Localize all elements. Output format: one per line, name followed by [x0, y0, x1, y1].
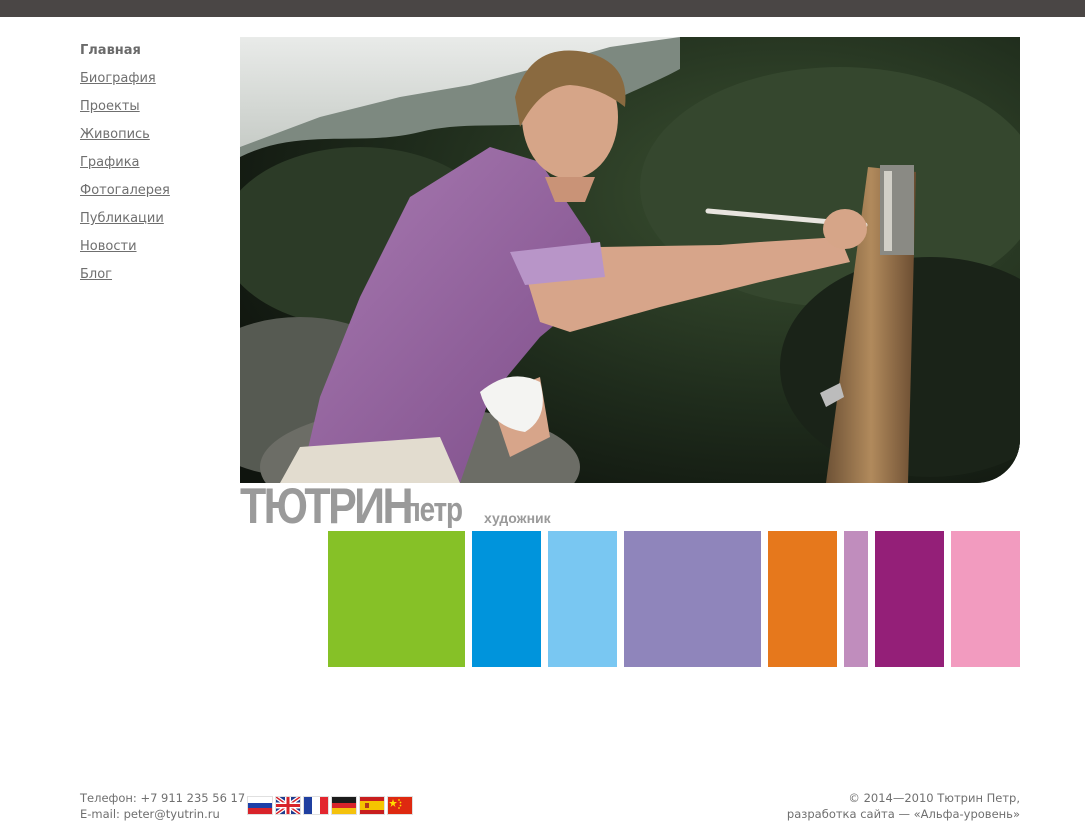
nav-item-publications[interactable]: Публикации [80, 205, 230, 233]
contact-info: Телефон: +7 911 235 56 17 E-mail: peter@… [80, 790, 245, 822]
copyright-text: © 2014—2010 Тютрин Петр, [848, 791, 1020, 805]
nav-item-photo-gallery[interactable]: Фотогалерея [80, 177, 230, 205]
china-flag-icon[interactable] [388, 797, 412, 814]
nav-item-news[interactable]: Новости [80, 233, 230, 261]
artist-role: художник [484, 510, 551, 526]
color-tile-lavender[interactable] [624, 531, 761, 667]
spain-flag-icon[interactable] [360, 797, 384, 814]
color-tile-mauve[interactable] [844, 531, 868, 667]
color-tile-orange[interactable] [768, 531, 837, 667]
copyright-info: © 2014—2010 Тютрин Петр, разработка сайт… [787, 790, 1020, 822]
nav-item-painting[interactable]: Живопись [80, 121, 230, 149]
phone-text: Телефон: +7 911 235 56 17 [80, 791, 246, 805]
color-tile-blue[interactable] [472, 531, 541, 667]
developer-credit: разработка сайта — «Альфа-уровень» [786, 807, 1020, 821]
germany-flag-icon[interactable] [332, 797, 356, 814]
color-tile-purple[interactable] [875, 531, 944, 667]
nav-item-biography[interactable]: Биография [80, 65, 230, 93]
nav-item-home[interactable]: Главная [80, 37, 230, 65]
russia-flag-icon[interactable] [248, 797, 272, 814]
uk-flag-icon[interactable] [276, 797, 300, 814]
color-tile-light-blue[interactable] [548, 531, 617, 667]
color-tile-pink[interactable] [951, 531, 1020, 667]
main-navigation: Главная Биография Проекты Живопись Графи… [80, 37, 230, 289]
france-flag-icon[interactable] [304, 797, 328, 814]
artist-painting-at-easel-photo [240, 37, 1020, 483]
hero-photo [240, 37, 1020, 483]
email-text: E-mail: peter@tyutrin.ru [80, 807, 220, 821]
artist-surname: ТЮТРИН [240, 478, 414, 534]
nav-item-graphics[interactable]: Графика [80, 149, 230, 177]
color-tile-green[interactable] [328, 531, 465, 667]
top-bar [0, 0, 1085, 17]
artist-first-name: петр [404, 491, 463, 529]
nav-item-projects[interactable]: Проекты [80, 93, 230, 121]
nav-item-blog[interactable]: Блог [80, 261, 230, 289]
